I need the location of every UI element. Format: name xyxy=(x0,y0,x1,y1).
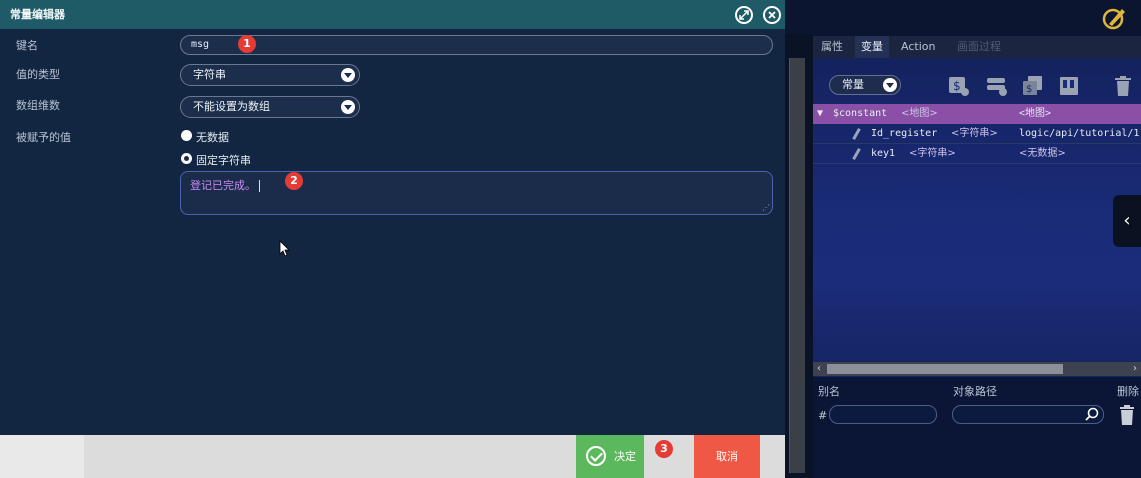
radio-fixed-string-label: 固定字符串 xyxy=(196,154,251,167)
horizontal-scrollbar[interactable]: ‹ › xyxy=(813,362,1141,376)
scroll-right-icon[interactable]: › xyxy=(1129,362,1141,376)
pencil-icon xyxy=(852,148,861,160)
search-icon[interactable] xyxy=(1085,407,1099,421)
dialog-title: 常量编辑器 xyxy=(10,8,65,21)
tab-action[interactable]: Action xyxy=(895,36,941,58)
copy-variable-icon[interactable]: $ xyxy=(1021,75,1045,97)
add-string-icon[interactable]: $ xyxy=(947,75,971,97)
footer-left-area xyxy=(0,435,84,478)
text-caret xyxy=(259,180,260,192)
tree-row-value: <地图> xyxy=(1019,108,1052,119)
background-top-bar xyxy=(785,0,1141,34)
ok-button-label: 决定 xyxy=(614,450,636,463)
background-divider xyxy=(785,0,813,478)
chevron-down-icon xyxy=(883,78,897,92)
array-dim-select[interactable]: 不能设置为数组 xyxy=(180,96,360,118)
radio-fixed-string[interactable] xyxy=(181,153,192,164)
constant-editor-dialog: 常量编辑器 键名 msg 1 值的类型 字符串 数组维数 不能设置为数组 被赋予… xyxy=(0,0,785,478)
value-type-select[interactable]: 字符串 xyxy=(180,64,360,86)
collapse-panel-button[interactable]: ‹ xyxy=(1113,195,1141,247)
dialog-footer: 决定 3 取消 xyxy=(0,435,785,478)
tree-row-value: <无数据> xyxy=(1019,148,1066,159)
key-name-input[interactable]: msg xyxy=(180,35,773,55)
key-name-value: msg xyxy=(191,39,210,50)
tree-row-name: $constant xyxy=(833,108,888,119)
edit-pencil-icon[interactable] xyxy=(1101,6,1127,30)
assigned-value-label: 被赋予的值 xyxy=(16,131,71,144)
tree-row[interactable]: Id_register <字符串> logic/api/tutorial/1 xyxy=(813,124,1141,144)
delete-header: 删除 xyxy=(1117,385,1139,398)
svg-text:$: $ xyxy=(1026,84,1032,95)
dialog-body: 键名 msg 1 值的类型 字符串 数组维数 不能设置为数组 被赋予的值 无数据… xyxy=(0,29,785,435)
tab-variables[interactable]: 变量 xyxy=(855,36,889,58)
mouse-cursor-icon xyxy=(279,240,290,257)
alias-header: 别名 xyxy=(818,385,840,398)
scroll-left-icon[interactable]: ‹ xyxy=(813,362,825,376)
tree-row-value: logic/api/tutorial/1 xyxy=(1019,128,1140,139)
tab-properties[interactable]: 属性 xyxy=(815,36,849,58)
step-badge-2: 2 xyxy=(285,172,303,190)
resize-icon[interactable] xyxy=(735,6,753,24)
radio-no-data-label: 无数据 xyxy=(196,131,229,144)
chevron-down-icon xyxy=(341,68,355,82)
chevron-left-icon: ‹ xyxy=(1123,210,1131,231)
value-type-label: 值的类型 xyxy=(16,68,60,81)
array-dim-value: 不能设置为数组 xyxy=(193,100,270,113)
tree-row-type: <字符串> xyxy=(951,128,998,139)
add-record-icon[interactable] xyxy=(985,75,1009,97)
alias-section: 别名 对象路径 删除 # xyxy=(813,377,1141,478)
scroll-thumb[interactable] xyxy=(827,364,1063,374)
close-icon[interactable] xyxy=(763,6,781,24)
tree-row-name: Id_register xyxy=(871,128,938,139)
scope-select-value: 常量 xyxy=(842,78,864,91)
expand-arrow-icon[interactable]: ▼ xyxy=(817,104,823,124)
background-scrollbar[interactable] xyxy=(789,58,805,473)
scope-select[interactable]: 常量 xyxy=(829,75,901,95)
tree-row-type: <字符串> xyxy=(909,148,956,159)
json-export-icon[interactable] xyxy=(1057,75,1081,97)
cancel-button-label: 取消 xyxy=(716,450,738,463)
object-path-header: 对象路径 xyxy=(953,385,997,398)
chevron-down-icon xyxy=(341,100,355,114)
check-circle-icon xyxy=(586,446,606,466)
array-dim-label: 数组维数 xyxy=(16,99,60,112)
alias-input[interactable] xyxy=(829,405,937,424)
object-path-input[interactable] xyxy=(952,405,1104,424)
dialog-title-bar[interactable]: 常量编辑器 xyxy=(0,0,785,29)
variables-panel: 属性 变量 Action 画面过程 常量 $ $ ▼ $constant <地图… xyxy=(813,36,1141,478)
radio-no-data[interactable] xyxy=(181,130,192,141)
tree-row-name: key1 xyxy=(871,148,896,159)
value-text: 登记已完成。 xyxy=(190,179,256,192)
tree-row-type: <地图> xyxy=(901,108,938,119)
step-badge-1: 1 xyxy=(238,35,256,53)
tree-row-constant[interactable]: ▼ $constant <地图> <地图> xyxy=(813,104,1141,124)
panel-tabs: 属性 变量 Action 画面过程 xyxy=(813,36,1141,58)
svg-text:$: $ xyxy=(953,79,961,93)
key-name-label: 键名 xyxy=(16,39,38,52)
value-textarea[interactable]: 登记已完成。 ⋰ xyxy=(180,171,773,215)
delete-alias-icon[interactable] xyxy=(1119,405,1135,425)
resize-grip-icon[interactable]: ⋰ xyxy=(762,203,770,212)
step-badge-3: 3 xyxy=(655,440,673,458)
trash-icon[interactable] xyxy=(1111,75,1135,97)
ok-button[interactable]: 决定 xyxy=(576,435,644,478)
pencil-icon xyxy=(852,128,861,140)
tab-screen-process[interactable]: 画面过程 xyxy=(951,36,1007,58)
value-type-value: 字符串 xyxy=(193,68,226,81)
tree-row[interactable]: key1 <字符串> <无数据> xyxy=(813,144,1141,164)
alias-hash: # xyxy=(818,409,828,422)
cancel-button[interactable]: 取消 xyxy=(694,435,760,478)
